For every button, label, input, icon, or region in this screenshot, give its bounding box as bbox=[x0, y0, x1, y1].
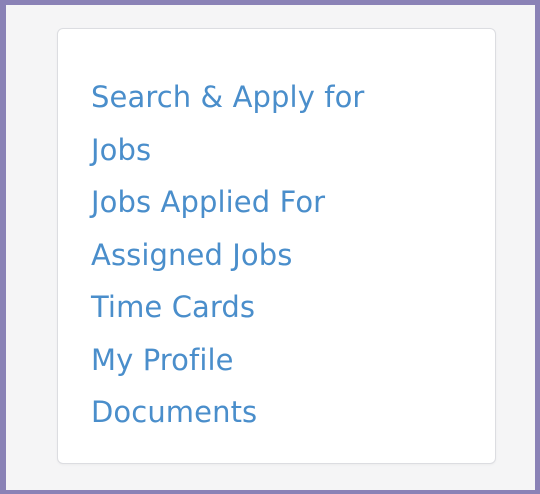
nav-item-documents: Documents bbox=[91, 386, 431, 439]
time-cards-link[interactable]: Time Cards bbox=[91, 281, 431, 334]
search-apply-jobs-link-continued[interactable]: Jobs bbox=[91, 124, 431, 177]
my-profile-link[interactable]: My Profile bbox=[91, 334, 431, 387]
documents-link[interactable]: Documents bbox=[91, 386, 431, 439]
navigation-card: Search & Apply for Jobs Jobs Applied For… bbox=[57, 28, 496, 464]
jobs-applied-for-link[interactable]: Jobs Applied For bbox=[91, 176, 431, 229]
nav-item-assigned-jobs: Assigned Jobs bbox=[91, 229, 431, 282]
nav-item-search-apply: Search & Apply for Jobs bbox=[91, 71, 431, 176]
nav-item-jobs-applied: Jobs Applied For bbox=[91, 176, 431, 229]
nav-item-time-cards: Time Cards bbox=[91, 281, 431, 334]
assigned-jobs-link[interactable]: Assigned Jobs bbox=[91, 229, 431, 282]
nav-list: Search & Apply for Jobs Jobs Applied For… bbox=[91, 71, 431, 439]
search-apply-jobs-link[interactable]: Search & Apply for bbox=[91, 71, 431, 124]
nav-item-my-profile: My Profile bbox=[91, 334, 431, 387]
page-frame: Search & Apply for Jobs Jobs Applied For… bbox=[0, 0, 540, 494]
